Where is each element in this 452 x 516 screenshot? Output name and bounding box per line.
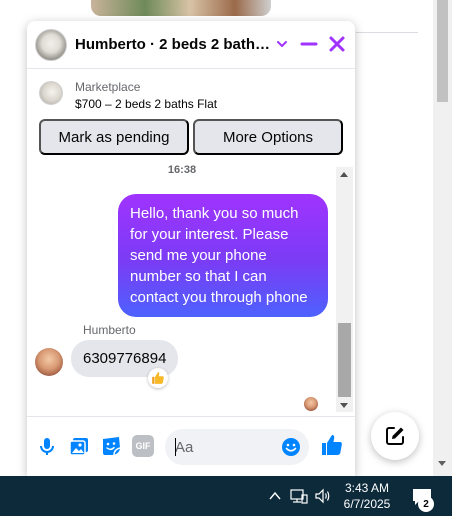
mark-as-pending-button[interactable]: Mark as pending (39, 119, 189, 155)
sender-avatar[interactable] (35, 348, 63, 376)
clock-date: 6/7/2025 (343, 497, 391, 511)
gif-button[interactable]: GIF (132, 435, 154, 457)
network-icon[interactable] (290, 488, 308, 504)
microphone-icon[interactable] (36, 435, 58, 457)
page-scrollbar[interactable] (433, 0, 452, 476)
new-message-button[interactable] (371, 412, 419, 460)
thumbs-up-icon (152, 372, 164, 384)
windows-taskbar: 3:43 AM 6/7/2025 2 (0, 476, 452, 516)
page-scrollbar-thumb[interactable] (437, 0, 448, 102)
scroll-down-arrow[interactable] (340, 403, 348, 408)
listing-title: $700 – 2 beds 2 baths Flat (75, 97, 218, 111)
compose-icon (386, 427, 404, 445)
message-composer: GIF (27, 416, 355, 476)
message-input[interactable] (175, 437, 275, 457)
background-divider (356, 32, 418, 33)
page-scroll-down-arrow[interactable] (438, 461, 446, 466)
system-clock[interactable]: 3:43 AM 6/7/2025 (336, 480, 398, 512)
emoji-icon[interactable] (281, 437, 301, 457)
message-thread: 16:38 Hello, thank you so much for your … (27, 163, 355, 415)
listing-summary[interactable]: Marketplace $700 – 2 beds 2 baths Flat (27, 69, 355, 117)
minimize-icon[interactable] (299, 34, 319, 54)
listing-thumbnail (39, 81, 63, 105)
chat-header: Humberto · 2 beds 2 baths… (27, 21, 355, 69)
chevron-up-icon[interactable] (268, 488, 282, 504)
read-receipt-avatar (304, 397, 318, 411)
listing-actions: Mark as pending More Options (39, 119, 343, 155)
notification-count-badge: 2 (418, 496, 434, 512)
chevron-down-icon[interactable] (275, 37, 289, 51)
clock-time: 3:43 AM (344, 481, 390, 495)
reaction-badge[interactable] (148, 368, 168, 388)
sticker-icon[interactable] (100, 435, 122, 457)
more-options-button[interactable]: More Options (193, 119, 343, 155)
listing-avatar[interactable] (35, 29, 67, 61)
message-scrollbar[interactable] (336, 167, 353, 412)
thumbs-up-icon[interactable] (320, 433, 344, 457)
close-icon[interactable] (327, 34, 347, 54)
image-icon[interactable] (68, 435, 90, 457)
sender-name: Humberto (83, 323, 136, 337)
speaker-icon[interactable] (314, 488, 332, 504)
message-timestamp: 16:38 (167, 164, 197, 176)
scroll-up-arrow[interactable] (340, 172, 348, 177)
text-caret (175, 438, 176, 456)
outgoing-message[interactable]: Hello, thank you so much for your intere… (118, 194, 328, 317)
listing-source: Marketplace (75, 80, 141, 94)
message-scrollbar-thumb[interactable] (338, 323, 351, 397)
message-input-container[interactable] (165, 429, 309, 465)
background-post-image (91, 0, 271, 16)
gif-label: GIF (135, 441, 151, 451)
chat-window: Humberto · 2 beds 2 baths… Marketplace $… (27, 21, 355, 476)
chat-title[interactable]: Humberto · 2 beds 2 baths… (75, 36, 275, 53)
